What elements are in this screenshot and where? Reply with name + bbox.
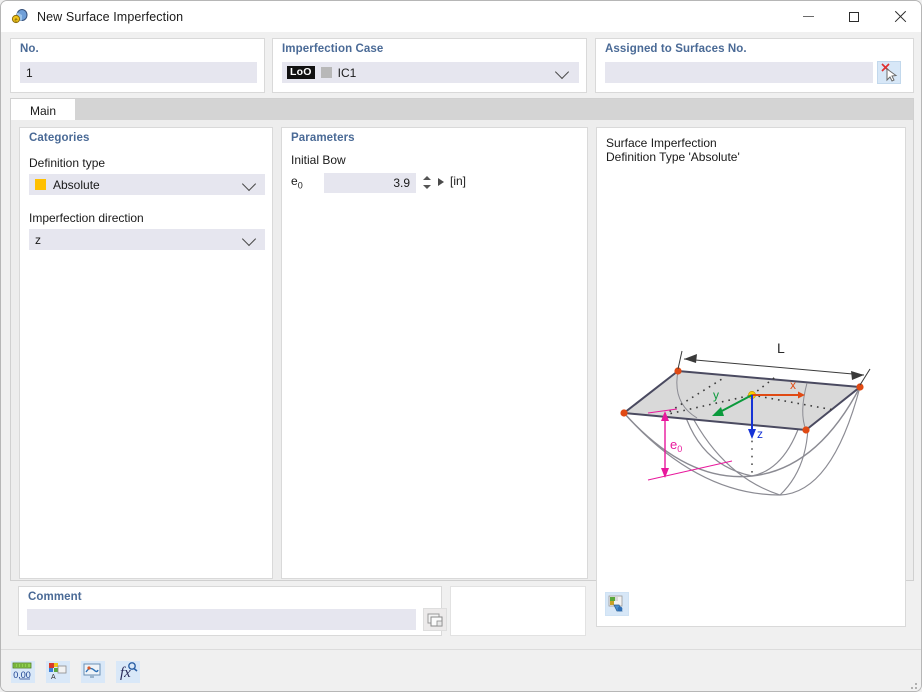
window-title: New Surface Imperfection bbox=[37, 9, 184, 24]
assigned-surfaces-group: Assigned to Surfaces No. bbox=[595, 38, 914, 93]
svg-text:y: y bbox=[713, 388, 719, 402]
render-view-icon bbox=[83, 663, 101, 678]
dialog-content: Categories Definition type Absolute Impe… bbox=[10, 120, 914, 627]
imperfection-direction-select[interactable]: z bbox=[29, 229, 265, 250]
units-decimals-button[interactable]: 0,00 bbox=[11, 661, 35, 683]
svg-text:x: x bbox=[790, 378, 796, 392]
assigned-surfaces-input[interactable] bbox=[605, 62, 873, 83]
preview-title: Surface Imperfection Definition Type 'Abs… bbox=[606, 136, 740, 164]
definition-type-swatch bbox=[35, 179, 46, 190]
preview-title-line2: Definition Type 'Absolute' bbox=[606, 150, 740, 164]
comment-templates-button[interactable] bbox=[423, 608, 447, 631]
comment-templates-icon bbox=[427, 613, 443, 627]
loo-badge: LoO bbox=[287, 66, 315, 79]
parameters-panel: Parameters Initial Bow e0 3.9 [in] bbox=[281, 127, 588, 579]
stepper-up-icon bbox=[423, 176, 431, 180]
definition-type-label: Definition type bbox=[29, 156, 106, 170]
imperfection-case-select[interactable]: LoO IC1 bbox=[282, 62, 579, 83]
display-properties-button[interactable]: A bbox=[46, 661, 70, 683]
definition-type-select[interactable]: Absolute bbox=[29, 174, 265, 195]
initial-bow-label: Initial Bow bbox=[291, 153, 346, 167]
assigned-surfaces-label: Assigned to Surfaces No. bbox=[605, 43, 747, 55]
close-button[interactable] bbox=[877, 1, 921, 32]
e0-input[interactable]: 3.9 bbox=[324, 173, 416, 193]
comment-input[interactable] bbox=[27, 609, 416, 630]
number-input[interactable]: 1 bbox=[20, 62, 257, 83]
e0-stepper[interactable] bbox=[423, 174, 432, 192]
select-surfaces-icon bbox=[881, 63, 898, 82]
imperfection-direction-label: Imperfection direction bbox=[29, 211, 144, 225]
footer-bar: 0,00 A fx bbox=[1, 649, 921, 691]
display-properties-icon: A bbox=[49, 663, 67, 681]
imperfection-direction-value: z bbox=[35, 232, 41, 247]
preview-title-line1: Surface Imperfection bbox=[606, 136, 717, 150]
comment-label: Comment bbox=[28, 591, 82, 603]
render-view-button[interactable] bbox=[81, 661, 105, 683]
stepper-down-icon bbox=[423, 185, 431, 189]
svg-text:e: e bbox=[14, 18, 17, 24]
e0-label: e0 bbox=[291, 174, 303, 191]
preview-panel: Surface Imperfection Definition Type 'Abs… bbox=[596, 127, 906, 627]
close-icon bbox=[894, 11, 906, 23]
case-color-swatch bbox=[320, 67, 332, 78]
units-decimals-icon: 0,00 bbox=[12, 662, 32, 680]
e0-more-button[interactable] bbox=[438, 178, 444, 186]
imperfection-case-label: Imperfection Case bbox=[282, 43, 384, 55]
categories-panel: Categories Definition type Absolute Impe… bbox=[19, 127, 273, 579]
imperfection-case-value: IC1 bbox=[337, 65, 357, 80]
imperfection-case-group: Imperfection Case LoO IC1 bbox=[272, 38, 587, 93]
preview-image-button[interactable] bbox=[605, 592, 629, 616]
minimize-button[interactable] bbox=[785, 1, 831, 32]
parameters-title: Parameters bbox=[291, 132, 355, 144]
surface-imperfection-icon: e bbox=[11, 8, 28, 25]
resize-grip[interactable] bbox=[907, 679, 919, 691]
dimension-label-L: L bbox=[777, 343, 785, 356]
maximize-icon bbox=[849, 11, 859, 22]
number-group: No. 1 bbox=[10, 38, 265, 93]
select-surfaces-button[interactable] bbox=[877, 61, 901, 84]
comment-panel: Comment bbox=[18, 586, 447, 636]
e0-unit: [in] bbox=[450, 174, 467, 188]
dimension-label-e0: e0 bbox=[670, 437, 682, 454]
svg-text:0,00: 0,00 bbox=[13, 670, 31, 680]
formula-icon: fx bbox=[120, 662, 138, 681]
svg-text:z: z bbox=[757, 427, 763, 441]
tab-main[interactable]: Main bbox=[11, 99, 75, 122]
definition-type-value: Absolute bbox=[53, 177, 100, 192]
spacer-panel bbox=[450, 586, 586, 636]
number-group-label: No. bbox=[20, 43, 39, 55]
maximize-button[interactable] bbox=[831, 1, 877, 32]
minimize-icon bbox=[802, 16, 814, 17]
preview-image-icon bbox=[608, 595, 623, 612]
chevron-down-icon bbox=[241, 176, 257, 192]
title-bar: e New Surface Imperfection bbox=[1, 1, 921, 32]
chevron-down-icon bbox=[241, 231, 257, 247]
svg-text:A: A bbox=[51, 674, 56, 681]
tab-strip: Main bbox=[10, 98, 914, 122]
dialog-window: e New Surface Imperfection No. 1 Imperfe… bbox=[0, 0, 922, 692]
formula-button[interactable]: fx bbox=[116, 661, 140, 683]
chevron-down-icon bbox=[554, 64, 570, 80]
categories-title: Categories bbox=[29, 132, 90, 144]
surface-imperfection-diagram: x y z L e0 bbox=[620, 343, 871, 496]
